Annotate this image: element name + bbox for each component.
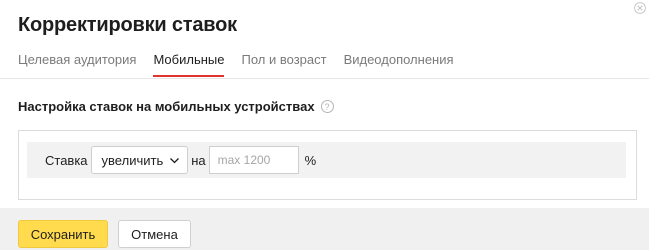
tab-mobile[interactable]: Мобильные: [153, 50, 225, 77]
save-button[interactable]: Сохранить: [18, 220, 108, 248]
section-header: Настройка ставок на мобильных устройства…: [18, 99, 334, 114]
tabs-divider: [0, 78, 649, 79]
bid-percent-input[interactable]: [208, 146, 299, 174]
close-icon[interactable]: [634, 2, 646, 14]
tab-video-extensions[interactable]: Видеодополнения: [344, 50, 454, 76]
bid-settings-panel: Ставка увеличить на %: [18, 130, 637, 200]
bid-adjustments-dialog: Корректировки ставок Целевая аудитория М…: [0, 0, 649, 250]
cancel-button[interactable]: Отмена: [118, 220, 191, 248]
bid-row: Ставка увеличить на %: [27, 142, 626, 178]
tab-bar: Целевая аудитория Мобильные Пол и возрас…: [18, 50, 471, 78]
bid-mode-value: увеличить: [101, 152, 164, 168]
chevron-down-icon: [170, 157, 180, 163]
dialog-title: Корректировки ставок: [18, 14, 237, 36]
bid-mode-select[interactable]: увеличить: [90, 146, 189, 174]
tab-target-audience[interactable]: Целевая аудитория: [18, 50, 136, 76]
bid-connector: на: [191, 152, 206, 168]
bid-label: Ставка: [45, 152, 88, 168]
dialog-footer: Сохранить Отмена: [0, 208, 649, 250]
section-title: Настройка ставок на мобильных устройства…: [18, 99, 315, 114]
tab-gender-age[interactable]: Пол и возраст: [241, 50, 326, 76]
percent-unit: %: [304, 152, 317, 168]
help-icon[interactable]: ?: [320, 100, 334, 113]
